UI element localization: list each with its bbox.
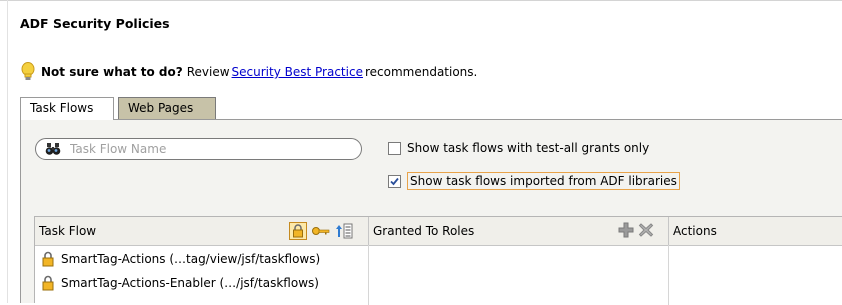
task-flow-search bbox=[35, 138, 362, 160]
column-header-actions: Actions bbox=[668, 217, 842, 245]
column-header-granted-to-roles: Granted To Roles bbox=[368, 217, 668, 245]
checkbox-checked[interactable] bbox=[388, 174, 401, 188]
policies-table: Task Flow Granted To Roles Actions Smart… bbox=[34, 216, 842, 305]
add-icon[interactable] bbox=[618, 222, 634, 238]
top-border bbox=[0, 0, 842, 1]
table-row[interactable]: SmartTag-Actions-Enabler (…/jsf/taskflow… bbox=[35, 271, 368, 294]
lightbulb-icon bbox=[21, 62, 35, 80]
key-filter-icon[interactable] bbox=[311, 224, 331, 238]
roles-header-tools bbox=[614, 222, 654, 238]
delete-icon[interactable] bbox=[638, 222, 654, 238]
sort-icon[interactable] bbox=[335, 223, 353, 239]
search-input[interactable] bbox=[70, 142, 340, 156]
column-divider bbox=[668, 245, 669, 305]
security-best-practice-link[interactable]: Security Best Practice bbox=[232, 65, 363, 79]
checkbox-label: Show task flows imported from ADF librar… bbox=[407, 172, 680, 190]
column-header-task-flow: Task Flow bbox=[35, 217, 368, 245]
task-flow-name: SmartTag-Actions-Enabler (…/jsf/taskflow… bbox=[61, 275, 319, 290]
imported-adf-libraries-checkbox[interactable]: Show task flows imported from ADF librar… bbox=[388, 172, 680, 190]
task-flow-header-tools bbox=[285, 222, 353, 240]
tab-task-flows[interactable]: Task Flows bbox=[20, 97, 114, 120]
column-label: Task Flow bbox=[39, 224, 97, 238]
tab-web-pages[interactable]: Web Pages bbox=[118, 97, 216, 120]
help-hint: Not sure what to do? Review Security Bes… bbox=[20, 62, 477, 82]
task-flow-name: SmartTag-Actions (…tag/view/jsf/taskflow… bbox=[61, 251, 321, 266]
hint-prefix: Review bbox=[186, 65, 230, 79]
lock-filter-icon[interactable] bbox=[289, 222, 307, 240]
checkbox-label: Show task flows with test-all grants onl… bbox=[407, 141, 650, 155]
checkmark-icon bbox=[390, 177, 399, 185]
lock-icon bbox=[42, 251, 54, 266]
table-row[interactable]: SmartTag-Actions (…tag/view/jsf/taskflow… bbox=[35, 247, 368, 270]
column-label: Actions bbox=[673, 224, 717, 238]
lock-icon bbox=[42, 275, 54, 290]
column-divider bbox=[368, 245, 369, 305]
page-title: ADF Security Policies bbox=[20, 16, 170, 31]
column-label: Granted To Roles bbox=[373, 224, 475, 238]
checkbox-unchecked[interactable] bbox=[388, 141, 401, 155]
binoculars-icon[interactable] bbox=[45, 142, 61, 156]
hint-suffix: recommendations. bbox=[364, 65, 478, 79]
left-border bbox=[7, 0, 8, 303]
table-header: Task Flow Granted To Roles Actions bbox=[35, 217, 842, 246]
hint-bold-text: Not sure what to do? bbox=[41, 65, 183, 79]
test-all-grants-checkbox[interactable]: Show task flows with test-all grants onl… bbox=[388, 141, 649, 155]
